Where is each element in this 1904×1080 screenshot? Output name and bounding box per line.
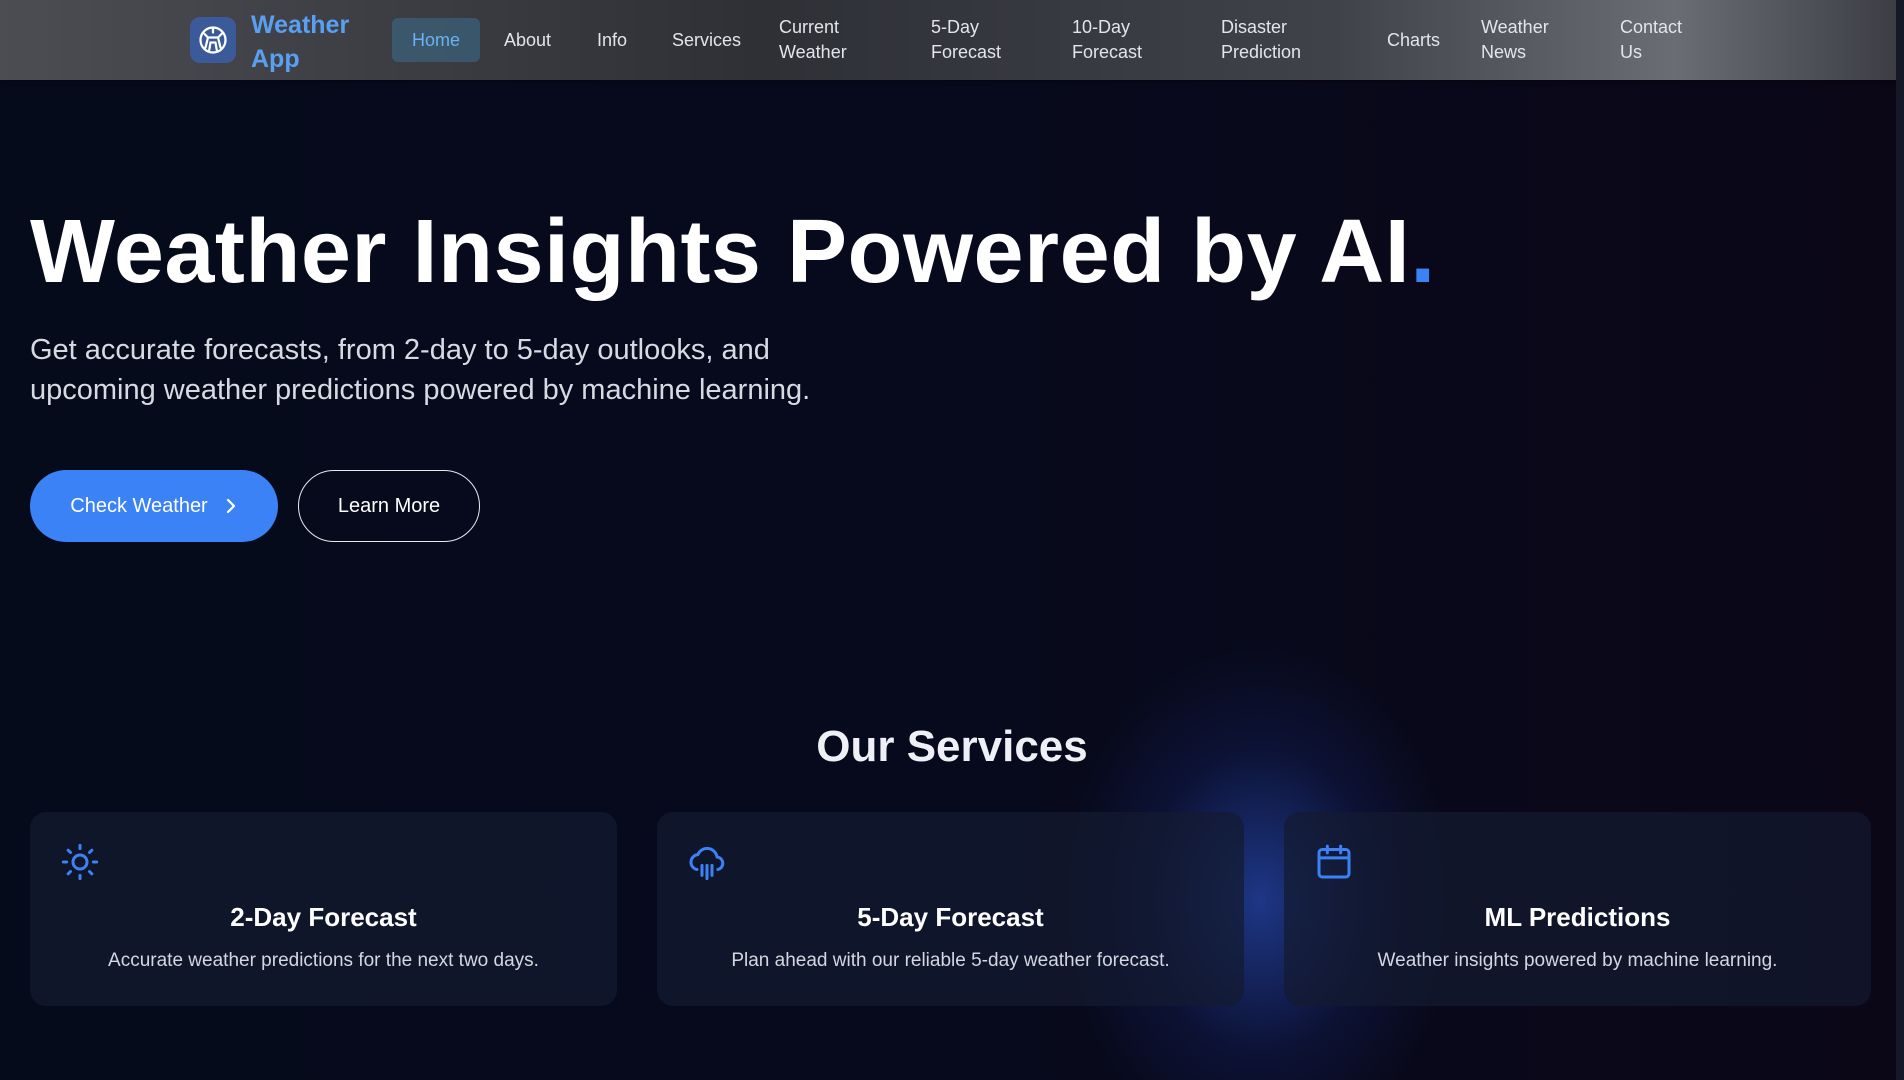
services-title: Our Services (816, 722, 1088, 771)
cloud-rain-icon (689, 846, 725, 881)
nav-contact-us[interactable]: Contact Us (1620, 0, 1695, 80)
hero-subtitle: Get accurate forecasts, from 2-day to 5-… (30, 334, 811, 406)
nav-disaster-prediction[interactable]: Disaster Prediction (1221, 0, 1321, 80)
nav-about[interactable]: About (504, 0, 551, 80)
calendar-icon (1317, 844, 1351, 879)
logo[interactable] (190, 17, 236, 63)
service-card-description: Plan ahead with our reliable 5-day weath… (731, 950, 1170, 971)
service-card-title: 2-Day Forecast (230, 902, 417, 932)
nav-services[interactable]: Services (672, 0, 741, 80)
hero-title-text: Weather Insights Powered by AI (30, 202, 1411, 302)
hero-title: Weather Insights Powered by AI. (30, 200, 1436, 304)
service-card-ml-predictions[interactable]: ML Predictions Weather insights powered … (1284, 812, 1871, 1006)
nav-weather-news[interactable]: Weather News (1481, 0, 1556, 80)
scrollbar[interactable] (1896, 0, 1904, 1080)
service-card-description: Weather insights powered by machine lear… (1377, 950, 1778, 971)
nav-charts[interactable]: Charts (1387, 0, 1440, 80)
nav-5-day-forecast[interactable]: 5-Day Forecast (931, 0, 1011, 80)
nav-10-day-forecast[interactable]: 10-Day Forecast (1072, 0, 1152, 80)
logo-icon (199, 26, 227, 54)
app-name[interactable]: Weather App (251, 8, 371, 76)
navbar: Weather App Home About Info Services Cur… (0, 0, 1904, 80)
nav-current-weather[interactable]: Current Weather (779, 0, 869, 80)
service-card-5-day[interactable]: 5-Day Forecast Plan ahead with our relia… (657, 812, 1244, 1006)
check-weather-label: Check Weather (70, 494, 208, 517)
service-card-2-day[interactable]: 2-Day Forecast Accurate weather predicti… (30, 812, 617, 1006)
service-card-title: 5-Day Forecast (857, 902, 1044, 932)
nav-info[interactable]: Info (597, 0, 627, 80)
check-weather-button[interactable]: Check Weather (30, 470, 278, 542)
sun-icon (61, 843, 99, 881)
learn-more-button[interactable]: Learn More (298, 470, 480, 542)
chevron-right-icon (226, 498, 235, 514)
service-card-description: Accurate weather predictions for the nex… (108, 950, 539, 971)
service-card-title: ML Predictions (1484, 902, 1671, 932)
nav-home[interactable]: Home (392, 18, 481, 62)
hero-title-dot: . (1410, 202, 1436, 302)
